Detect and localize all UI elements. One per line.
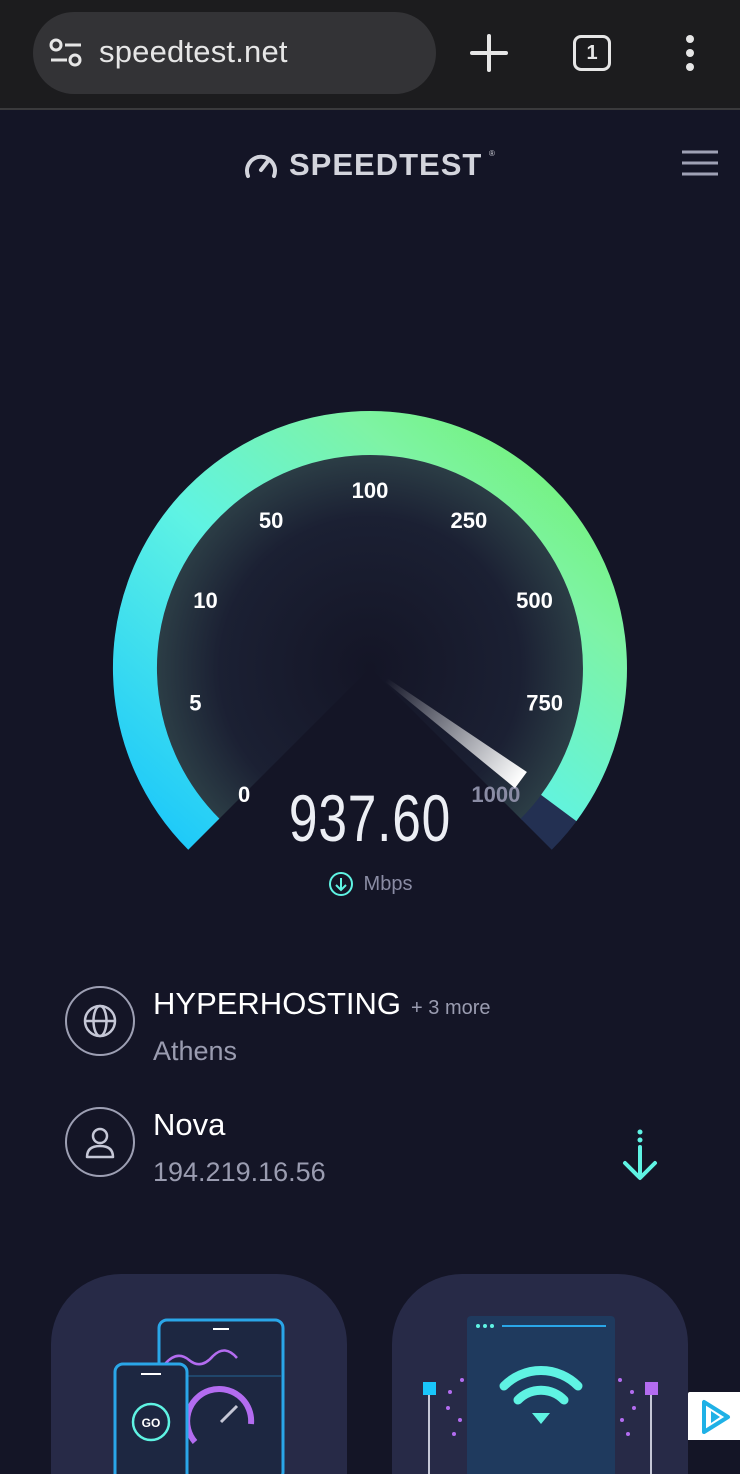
- download-arrow-icon: [623, 1129, 657, 1180]
- speed-unit-row: Mbps: [300, 870, 440, 898]
- server-more-link[interactable]: + 3 more: [411, 997, 490, 1019]
- gauge-scale-label: 0: [238, 782, 250, 807]
- devices-illustration: GO: [113, 1318, 285, 1474]
- gauge-scale-label: 750: [526, 691, 563, 716]
- speedtest-page: SPEEDTEST ® 0 5 10 50 100 250 500 750 10…: [0, 112, 740, 1474]
- gauge-scale-label: 250: [451, 508, 488, 533]
- speed-unit: Mbps: [363, 872, 413, 895]
- site-settings-icon[interactable]: [49, 37, 83, 69]
- globe-icon-circle: [65, 986, 135, 1056]
- go-button-illustration: GO: [142, 1416, 161, 1430]
- gauge-scale-label: 10: [193, 588, 217, 613]
- gauge-scale-label: 50: [259, 508, 283, 533]
- promo-card-apps[interactable]: GO: [51, 1274, 347, 1474]
- gauge-scale-label: 100: [352, 478, 389, 503]
- isp-row: Nova 194.219.16.56: [65, 1107, 665, 1197]
- gauge-scale-label: 500: [516, 588, 553, 613]
- test-server-row[interactable]: HYPERHOSTING + 3 more Athens: [65, 986, 665, 1076]
- promo-card-wifi[interactable]: [392, 1274, 688, 1474]
- tab-switcher-button[interactable]: 1: [573, 35, 611, 71]
- ad-choices-icon[interactable]: [688, 1392, 740, 1440]
- download-circle-icon: [328, 872, 353, 896]
- address-bar[interactable]: speedtest.net: [33, 12, 436, 94]
- browser-toolbar: speedtest.net 1: [0, 0, 740, 110]
- download-speed-value: 937.60: [288, 781, 452, 855]
- server-name[interactable]: HYPERHOSTING: [153, 986, 401, 1021]
- new-tab-plus-icon[interactable]: [468, 32, 510, 74]
- wifi-illustration: [423, 1316, 658, 1474]
- server-name-line[interactable]: HYPERHOSTING + 3 more: [153, 986, 491, 1022]
- url-text[interactable]: speedtest.net: [99, 34, 288, 70]
- user-icon-circle: [65, 1107, 135, 1177]
- globe-icon: [83, 1004, 117, 1038]
- overflow-menu-icon[interactable]: [680, 34, 700, 72]
- isp-name: Nova: [153, 1107, 226, 1142]
- server-location: Athens: [153, 1036, 238, 1066]
- gauge-scale-label: 5: [189, 691, 201, 716]
- isp-ip-address: 194.219.16.56: [153, 1157, 326, 1187]
- user-icon: [85, 1127, 115, 1159]
